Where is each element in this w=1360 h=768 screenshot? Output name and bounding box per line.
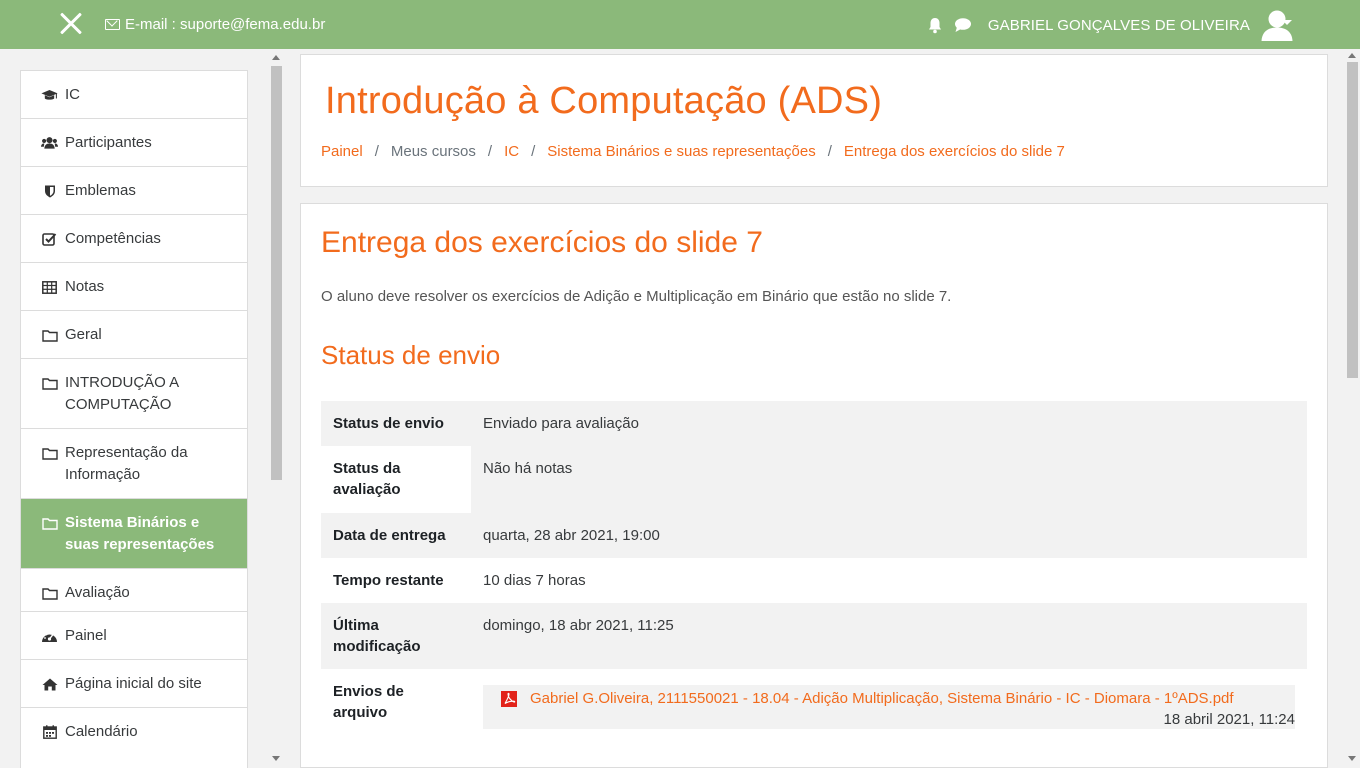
nav-item-ic[interactable]: IC	[21, 71, 247, 119]
user-avatar-icon[interactable]	[1260, 8, 1294, 42]
table-row: Tempo restante 10 dias 7 horas	[321, 558, 1307, 603]
nav-item-label: Página inicial do site	[65, 675, 202, 692]
row-value: domingo, 18 abr 2021, 11:25	[471, 603, 1307, 669]
folder-icon	[41, 327, 58, 343]
table-row: Data de entrega quarta, 28 abr 2021, 19:…	[321, 513, 1307, 558]
row-value: Não há notas	[471, 446, 1307, 513]
breadcrumb-separator: /	[531, 143, 536, 160]
breadcrumb-separator: /	[374, 143, 379, 160]
table-row: Status da avaliação Não há notas	[321, 446, 1307, 513]
folder-icon	[41, 585, 58, 601]
nav-item-label: Geral	[65, 326, 102, 343]
nav-item-label: Calendário	[65, 723, 138, 740]
activity-description: O aluno deve resolver os exercícios de A…	[321, 288, 952, 305]
folder-icon	[41, 515, 58, 531]
page-scroll-thumb[interactable]	[1347, 62, 1358, 378]
nav-item-label: Participantes	[65, 134, 152, 151]
file-submissions-cell: Gabriel G.Oliveira, 2111550021 - 18.04 -…	[471, 669, 1307, 749]
nav-item-avaliacao[interactable]: Avaliação	[21, 569, 247, 616]
row-label: Status da avaliação	[321, 446, 471, 513]
site-nav-list: Painel Página inicial do site Calendário	[20, 611, 248, 768]
support-email[interactable]: E-mail : suporte@fema.edu.br	[105, 16, 325, 33]
envelope-icon	[105, 19, 120, 30]
graduation-cap-icon	[41, 87, 58, 103]
checkbox-icon	[41, 231, 58, 247]
close-drawer-icon[interactable]	[58, 11, 84, 37]
nav-item-introducao[interactable]: INTRODUÇÃO A COMPUTAÇÃO	[21, 359, 247, 429]
folder-icon	[41, 445, 58, 461]
table-row: Última modificação domingo, 18 abr 2021,…	[321, 603, 1307, 669]
dashboard-icon	[41, 628, 58, 644]
home-icon	[41, 676, 58, 692]
pdf-file-icon	[501, 691, 517, 707]
assignment-card: Entrega dos exercícios do slide 7 O alun…	[300, 203, 1328, 768]
nav-item-competencias[interactable]: Competências	[21, 215, 247, 263]
nav-item-notas[interactable]: Notas	[21, 263, 247, 311]
breadcrumb-painel[interactable]: Painel	[321, 143, 363, 160]
shield-icon	[41, 183, 58, 199]
nav-item-calendario[interactable]: Calendário	[21, 708, 247, 755]
breadcrumb-separator: /	[827, 143, 832, 160]
breadcrumb-meus-cursos: Meus cursos	[390, 143, 476, 160]
nav-item-label: Painel	[65, 627, 107, 644]
bell-icon[interactable]	[926, 16, 944, 34]
breadcrumb: Painel / Meus cursos / IC / Sistema Biná…	[321, 143, 1065, 160]
breadcrumb-entrega[interactable]: Entrega dos exercícios do slide 7	[844, 143, 1065, 160]
nav-item-label: IC	[65, 86, 80, 103]
breadcrumb-ic[interactable]: IC	[504, 143, 519, 160]
chevron-down-icon[interactable]	[1282, 20, 1292, 25]
activity-title: Entrega dos exercícios do slide 7	[321, 226, 763, 259]
nav-item-sistema-binarios[interactable]: Sistema Binários e suas representações	[21, 499, 247, 569]
drawer-scrollbar[interactable]	[268, 49, 284, 768]
breadcrumb-separator: /	[487, 143, 493, 160]
scroll-up-arrow-icon[interactable]	[1348, 53, 1356, 58]
top-navbar: E-mail : suporte@fema.edu.br GABRIEL GON…	[0, 0, 1360, 49]
row-label: Status de envio	[321, 401, 471, 446]
nav-item-label: Avaliação	[65, 584, 130, 601]
row-label: Última modificação	[321, 603, 471, 669]
chat-bubble-icon[interactable]	[954, 16, 972, 34]
nav-item-pagina-inicial[interactable]: Página inicial do site	[21, 660, 247, 708]
row-label: Data de entrega	[321, 513, 471, 558]
submission-status-heading: Status de envio	[321, 340, 501, 370]
nav-item-emblemas[interactable]: Emblemas	[21, 167, 247, 215]
user-name[interactable]: GABRIEL GONÇALVES DE OLIVEIRA	[988, 17, 1250, 34]
row-label: Tempo restante	[321, 558, 471, 603]
course-title: Introdução à Computação (ADS)	[325, 80, 883, 122]
nav-item-label: Emblemas	[65, 182, 136, 199]
user-menu-area: GABRIEL GONÇALVES DE OLIVEIRA	[926, 7, 1294, 43]
folder-icon	[41, 375, 58, 391]
page-scrollbar[interactable]	[1344, 49, 1360, 768]
file-entry: Gabriel G.Oliveira, 2111550021 - 18.04 -…	[483, 685, 1295, 729]
row-label: Envios de arquivo	[321, 669, 471, 749]
row-value: 10 dias 7 horas	[471, 558, 1307, 603]
nav-item-label: Notas	[65, 278, 105, 295]
users-icon	[41, 135, 58, 151]
row-value: Enviado para avaliação	[471, 401, 1307, 446]
nav-item-label: Representação da Informação	[65, 444, 188, 483]
drawer-scroll-thumb[interactable]	[271, 66, 282, 480]
nav-item-geral[interactable]: Geral	[21, 311, 247, 359]
submitted-file-link[interactable]: Gabriel G.Oliveira, 2111550021 - 18.04 -…	[530, 688, 1234, 709]
page-header: Introdução à Computação (ADS) Painel / M…	[300, 54, 1328, 187]
scroll-up-arrow-icon[interactable]	[272, 55, 280, 60]
breadcrumb-sistema-binarios[interactable]: Sistema Binários e suas representações	[547, 143, 815, 160]
submission-status-table: Status de envio Enviado para avaliação S…	[321, 401, 1307, 749]
nav-item-label: INTRODUÇÃO A COMPUTAÇÃO	[65, 374, 179, 413]
nav-item-representacao[interactable]: Representação da Informação	[21, 429, 247, 499]
table-icon	[41, 279, 58, 295]
scroll-down-arrow-icon[interactable]	[272, 756, 280, 761]
table-row: Status de envio Enviado para avaliação	[321, 401, 1307, 446]
support-email-label: E-mail : suporte@fema.edu.br	[125, 16, 326, 33]
nav-item-label: Sistema Binários e suas representações	[65, 514, 215, 553]
row-value: quarta, 28 abr 2021, 19:00	[471, 513, 1307, 558]
file-date: 18 abril 2021, 11:24	[1163, 711, 1296, 728]
nav-item-label: Competências	[65, 230, 161, 247]
table-row: Envios de arquivo Gabriel G.Oliveira, 21…	[321, 669, 1307, 749]
nav-item-participantes[interactable]: Participantes	[21, 119, 247, 167]
course-nav-list: IC Participantes Emblemas Competências N…	[20, 70, 248, 617]
nav-item-painel[interactable]: Painel	[21, 612, 247, 660]
scroll-down-arrow-icon[interactable]	[1348, 756, 1356, 761]
calendar-icon	[41, 724, 58, 740]
